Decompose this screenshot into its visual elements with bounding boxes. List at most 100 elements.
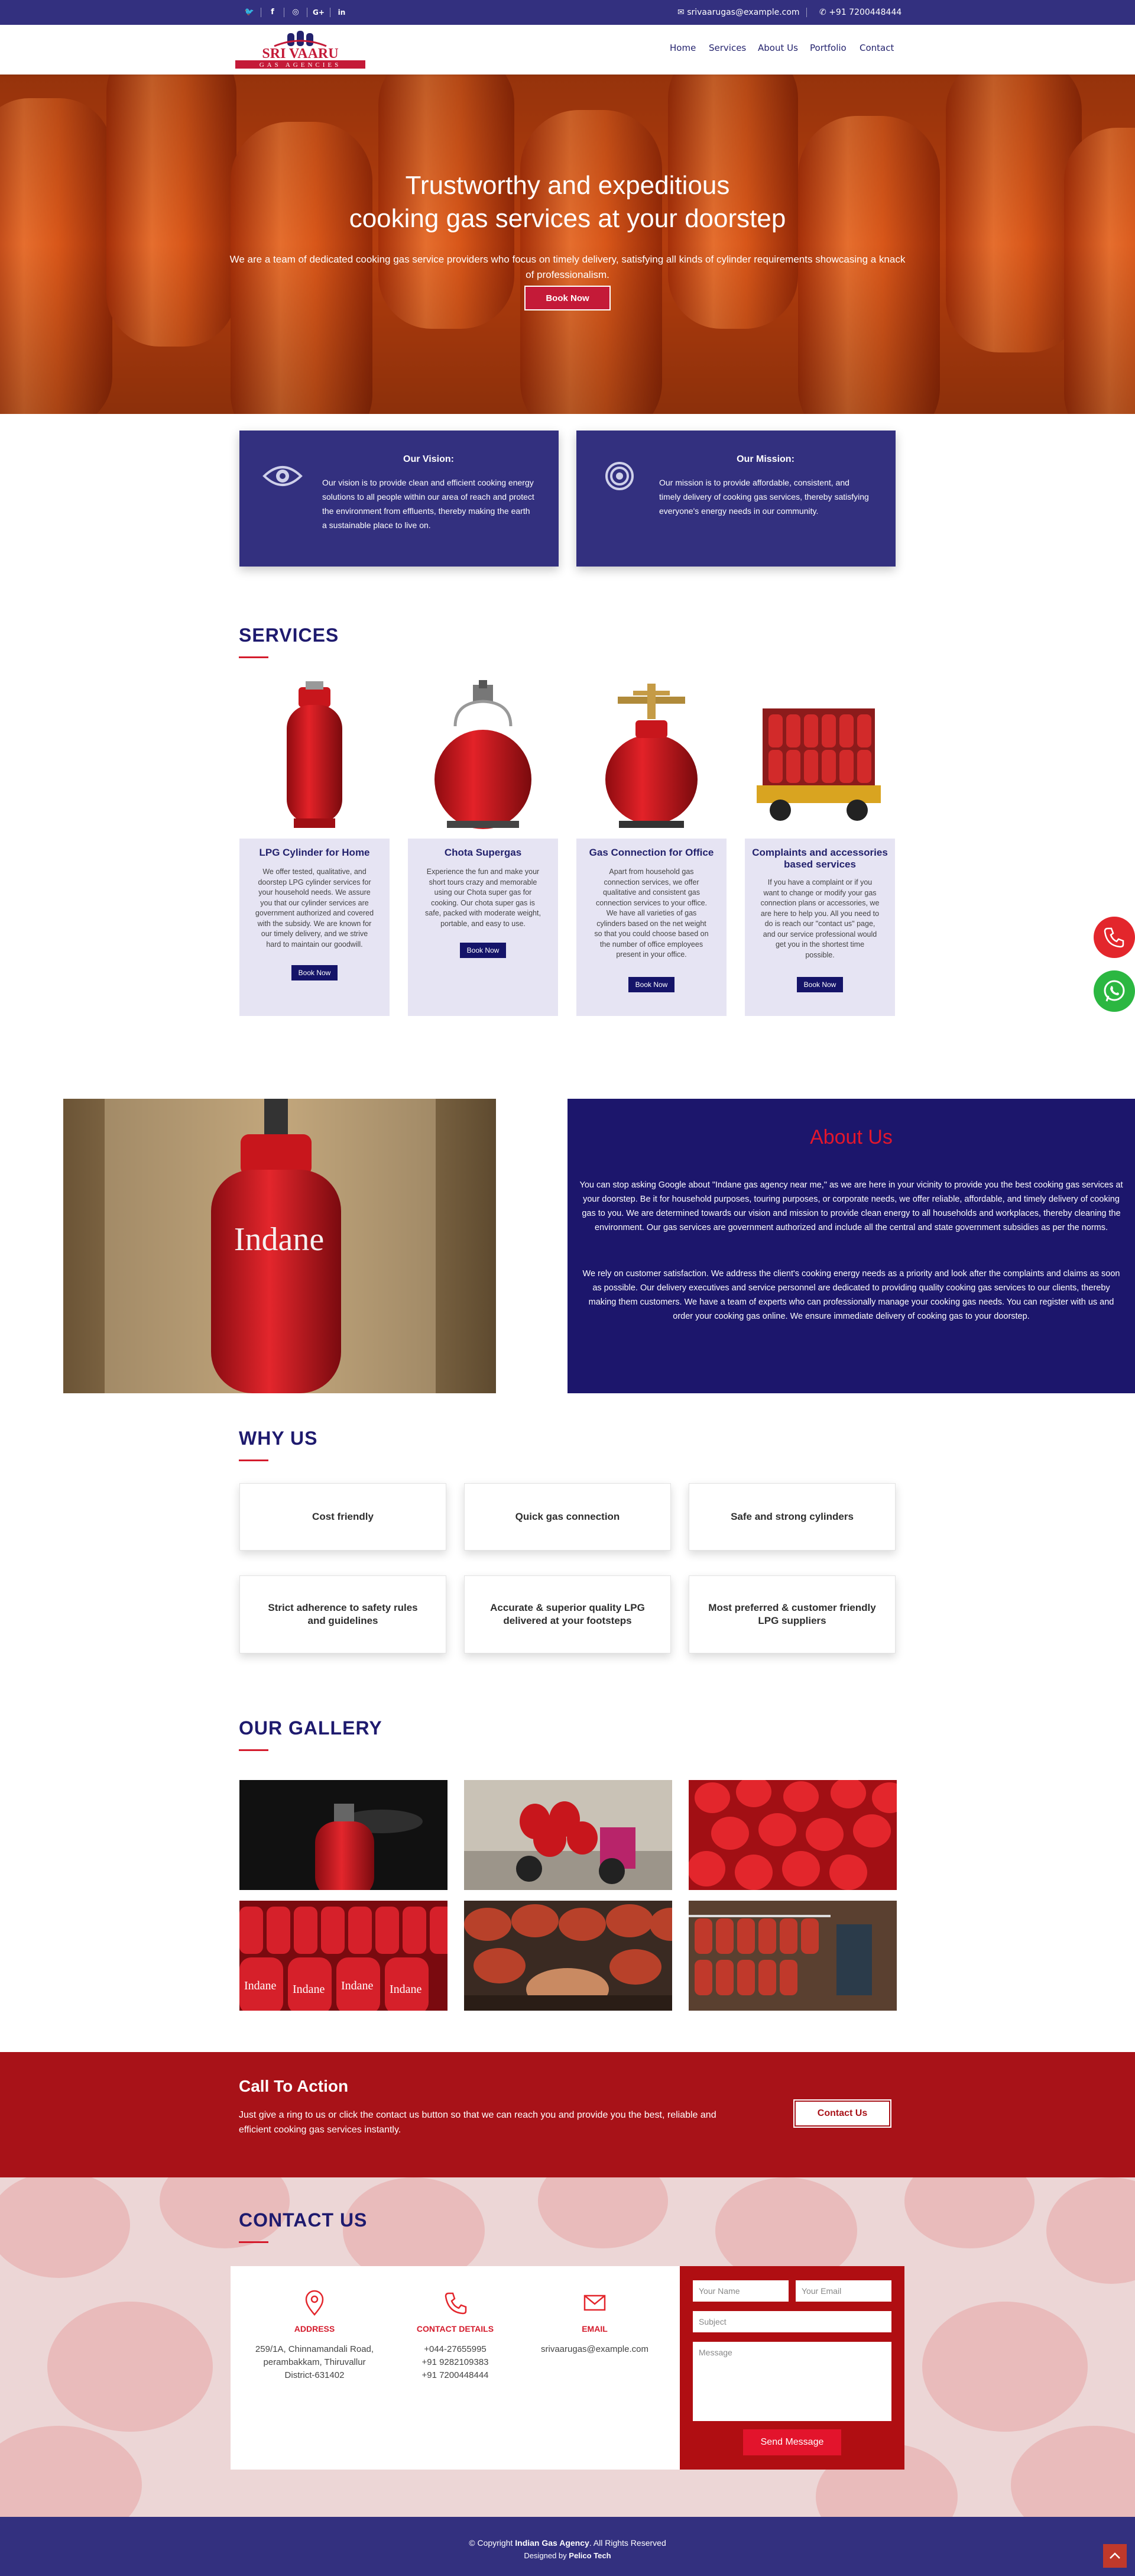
why-card: Strict adherence to safety rules and gui… (239, 1575, 446, 1653)
gallery-image[interactable] (689, 1780, 897, 1890)
service-book-now-button[interactable]: Book Now (291, 965, 338, 980)
phone-number[interactable]: +91 9282109383 (384, 2356, 526, 2369)
hero-background (0, 75, 1135, 414)
nav-portfolio[interactable]: Portfolio (810, 43, 847, 53)
email-input[interactable] (796, 2280, 891, 2302)
service-text: Apart from household gas connection serv… (594, 868, 709, 959)
about-paragraph-2: We rely on customer satisfaction. We add… (582, 1269, 1120, 1321)
gallery-image[interactable] (464, 1780, 672, 1890)
service-image-delivery-vehicle (757, 708, 881, 821)
nav-services[interactable]: Services (709, 43, 746, 53)
cta-title: Call To Action (239, 2077, 349, 2095)
service-book-now-button[interactable]: Book Now (460, 943, 506, 958)
service-card-complaints: Complaints and accessories based service… (745, 839, 895, 1016)
scroll-to-top-button[interactable] (1103, 2544, 1127, 2568)
why-card: Cost friendly (239, 1483, 446, 1551)
facebook-icon[interactable]: f (267, 7, 278, 18)
floating-whatsapp-button[interactable] (1094, 970, 1135, 1012)
indane-label: Indane (234, 1221, 324, 1258)
call-to-action: Call To Action Just give a ring to us or… (0, 2052, 1135, 2177)
name-input[interactable] (693, 2280, 789, 2302)
hero-book-now-button[interactable]: Book Now (524, 286, 611, 310)
about-panel: About Us You can stop asking Google abou… (568, 1099, 1135, 1393)
google-plus-icon[interactable]: G+ (313, 7, 325, 18)
gallery-photo-worker (464, 1901, 672, 2011)
twitter-icon[interactable]: 🐦 (244, 7, 255, 18)
topbar-email[interactable]: ✉ srivaarugas@example.com (677, 7, 800, 18)
logo-graphic: SRI VAARU GAS AGENCIES (235, 31, 365, 69)
copyright: © Copyright Indian Gas Agency. All Right… (469, 2538, 666, 2548)
service-title: Chota Supergas (444, 847, 522, 858)
address-value: 259/1A, Chinnamandali Road, perambakkam,… (255, 2344, 374, 2380)
service-title: LPG Cylinder for Home (259, 847, 370, 858)
section-underline (239, 2241, 268, 2243)
about-paragraph-1: You can stop asking Google about "Indane… (579, 1180, 1123, 1232)
mission-title: Our Mission: (737, 454, 794, 464)
gallery-indane-label: Indane (390, 1983, 422, 1996)
gallery-image[interactable]: Indane Indane Indane Indane (239, 1901, 447, 2011)
message-textarea[interactable] (693, 2342, 891, 2421)
gallery-image[interactable] (464, 1901, 672, 2011)
service-image-office-connection (605, 684, 698, 828)
gallery-image[interactable] (239, 1780, 447, 1890)
floating-call-button[interactable] (1094, 917, 1135, 958)
mission-text: Our mission is to provide affordable, co… (659, 478, 869, 516)
section-underline (239, 1459, 268, 1461)
nav-contact[interactable]: Contact (860, 43, 894, 53)
email-value[interactable]: srivaarugas@example.com (524, 2343, 666, 2356)
contact-details-label: CONTACT DETAILS (416, 2324, 494, 2334)
service-card-office: Gas Connection for Office Apart from hou… (576, 839, 727, 1016)
topbar-phone[interactable]: ✆ +91 7200448444 (819, 7, 901, 18)
why-card: Most preferred & customer friendly LPG s… (689, 1575, 896, 1653)
gallery-image[interactable] (689, 1901, 897, 2011)
hero-subtitle: We are a team of dedicated cooking gas s… (229, 254, 906, 280)
envelope-icon (583, 2295, 606, 2311)
designer-link[interactable]: Pelico Tech (569, 2551, 611, 2560)
indane-cylinder-photo: Indane (63, 1099, 496, 1393)
gallery-indane-label: Indane (244, 1979, 277, 1992)
vision-card: Our Vision: Our vision is to provide cle… (239, 431, 559, 567)
gallery-title: OUR GALLERY (239, 1717, 382, 1739)
send-message-button[interactable]: Send Message (743, 2429, 841, 2455)
gallery-photo-delivery-bike (464, 1780, 672, 1890)
designed-by: Designed by Pelico Tech (524, 2551, 611, 2560)
service-title: Gas Connection for Office (589, 847, 714, 858)
address-label: ADDRESS (294, 2324, 335, 2334)
nav-about[interactable]: About Us (758, 43, 798, 53)
service-text: Experience the fun and make your short t… (425, 868, 541, 928)
site-logo[interactable]: SRI VAARU GAS AGENCIES (233, 30, 368, 71)
service-book-now-button[interactable]: Book Now (628, 977, 674, 992)
why-us-title: WHY US (239, 1428, 318, 1449)
why-card: Quick gas connection (464, 1483, 671, 1551)
gallery-photo-truck-load (689, 1901, 897, 2011)
email-label: EMAIL (582, 2324, 608, 2334)
hero-title: Trustworthy and expeditious cooking gas … (349, 171, 786, 233)
nav-home[interactable]: Home (670, 43, 696, 53)
contact-info-panel: ADDRESS 259/1A, Chinnamandali Road, pera… (231, 2266, 680, 2470)
gallery-photo-cylinder-dark (239, 1780, 447, 1890)
about-image: Indane (63, 1099, 496, 1393)
company-name: Indian Gas Agency (515, 2538, 589, 2548)
about-title: About Us (810, 1126, 893, 1148)
top-bar: 🐦 f ◎ G+ in ✉ srivaarugas@example.com ✆ … (0, 0, 1135, 25)
service-book-now-button[interactable]: Book Now (797, 977, 843, 992)
contact-us-button[interactable]: Contact Us (793, 2099, 891, 2128)
site-header: SRI VAARU GAS AGENCIES Home Services Abo… (0, 25, 1135, 75)
phone-values: +044-27655995 +91 9282109383 +91 7200448… (384, 2343, 526, 2382)
vision-title: Our Vision: (403, 454, 454, 464)
instagram-icon[interactable]: ◎ (290, 7, 301, 18)
service-text: We offer tested, qualitative, and doorst… (255, 868, 374, 949)
phone-number[interactable]: +044-27655995 (384, 2343, 526, 2356)
subject-input[interactable] (693, 2311, 891, 2332)
phone-number[interactable]: +91 7200448444 (384, 2369, 526, 2382)
chevron-up-icon (1110, 2552, 1120, 2559)
service-title: Complaints and accessories based service… (752, 847, 888, 870)
whatsapp-icon (1104, 980, 1125, 1002)
mission-card: Our Mission: Our mission is to provide a… (576, 431, 896, 567)
service-card-chota: Chota Supergas Experience the fun and ma… (408, 839, 558, 1016)
service-card-home: LPG Cylinder for Home We offer tested, q… (239, 839, 390, 1016)
gallery-photo-indane-rows: Indane Indane Indane Indane (239, 1901, 447, 2011)
gallery-indane-label: Indane (293, 1983, 325, 1996)
services-title: SERVICES (239, 624, 339, 646)
linkedin-icon[interactable]: in (336, 7, 348, 18)
